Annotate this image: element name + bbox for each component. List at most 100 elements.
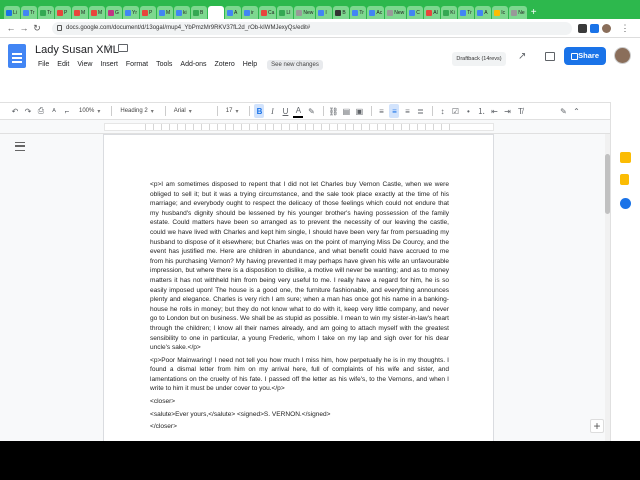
collapse-toolbar-icon[interactable]: ⌃ [571, 104, 581, 118]
tab-label: Li [13, 9, 17, 16]
browser-tab[interactable]: Tr [458, 6, 475, 19]
highlight-icon[interactable]: ✎ [306, 104, 316, 118]
browser-tab[interactable]: New [294, 6, 316, 19]
browser-tab[interactable]: P [140, 6, 156, 19]
browser-tab[interactable]: ir [242, 6, 258, 19]
text-line[interactable]: <salute>Ever yours,</salute> <signed>S. … [150, 410, 449, 420]
paragraph[interactable]: <p>I am sometimes disposed to repent tha… [150, 180, 449, 353]
align-center-icon[interactable]: ≡ [389, 104, 400, 118]
tab-favicon-icon [125, 9, 131, 16]
browser-tab[interactable]: Al [424, 6, 441, 19]
text-line[interactable]: <closer> [150, 397, 449, 407]
tab-favicon-icon [108, 9, 114, 16]
side-panel [610, 102, 640, 441]
browser-tab[interactable]: M [72, 6, 88, 19]
profile-icon[interactable] [602, 24, 611, 33]
underline-button[interactable]: U [280, 104, 290, 118]
browser-menu-icon[interactable]: ⋮ [620, 23, 630, 33]
font-size-select[interactable]: 17 [222, 104, 243, 118]
document-body[interactable]: <p>I am sometimes disposed to repent tha… [150, 180, 449, 435]
align-justify-icon[interactable]: ≣ [415, 104, 425, 118]
tab-favicon-icon [261, 9, 267, 16]
paragraph[interactable]: <p>Poor Mainwaring! I need not tell you … [150, 356, 449, 394]
divider [371, 106, 373, 116]
browser-tab-strip: Li Tr Tr P M M G Yr P Mki B Air Ca LI New I B Tr Ac New C Al K… [0, 0, 640, 19]
tab-favicon-icon [511, 9, 518, 16]
tab-label: A [234, 9, 238, 16]
browser-tab[interactable]: Ca [259, 6, 277, 19]
checklist-icon[interactable]: ☑ [450, 104, 460, 118]
calendar-icon[interactable] [620, 198, 631, 209]
print-icon[interactable]: ⎙ [36, 104, 46, 118]
browser-tab[interactable]: G [106, 6, 122, 19]
formatting-toolbar: ↶ ↷ ⎙ ᴬ ⌐ 100% Heading 2 Arial 17 B I U … [0, 102, 640, 120]
redo-icon[interactable]: ↷ [23, 104, 33, 118]
increase-indent-icon[interactable]: ⇥ [502, 104, 512, 118]
align-left-icon[interactable]: ≡ [376, 104, 386, 118]
browser-tab[interactable]: Li [4, 6, 20, 19]
italic-button[interactable]: I [267, 104, 277, 118]
keep-icon[interactable] [620, 152, 631, 163]
editing-mode-icon[interactable]: ✎ [558, 104, 568, 118]
undo-icon[interactable]: ↶ [10, 104, 20, 118]
browser-tab[interactable]: Tr [38, 6, 54, 19]
tasks-icon[interactable] [620, 174, 629, 185]
tab-label: Tr [467, 9, 472, 16]
bulleted-list-icon[interactable]: • [463, 104, 473, 118]
tab-favicon-icon [296, 9, 303, 16]
explore-button[interactable]: + [590, 419, 604, 433]
url-input[interactable]: docs.google.com/document/d/13ogaI/mup4_Y… [52, 22, 572, 35]
browser-tab[interactable]: M [157, 6, 173, 19]
browser-tab[interactable]: C [407, 6, 424, 19]
browser-tab[interactable]: Ne [509, 6, 527, 19]
decrease-indent-icon[interactable]: ⇤ [489, 104, 499, 118]
browser-tab[interactable]: Yr [123, 6, 139, 19]
comment-icon[interactable]: ▤ [341, 104, 351, 118]
tab-favicon-icon [443, 9, 450, 16]
tab-label: P [149, 9, 153, 16]
numbered-list-icon[interactable]: ⒈ [476, 104, 486, 118]
zoom-select[interactable]: 100% [75, 104, 104, 118]
browser-tab[interactable]: LI [277, 6, 294, 19]
tab-favicon-icon [193, 9, 199, 16]
clear-formatting-icon[interactable]: T̸ [515, 104, 525, 118]
browser-tab[interactable]: Ki [441, 6, 458, 19]
divider [432, 106, 434, 116]
browser-tab[interactable] [208, 6, 224, 19]
browser-tab[interactable]: New [385, 6, 407, 19]
browser-tab[interactable]: Tr [350, 6, 367, 19]
font-select[interactable]: Arial [170, 104, 210, 118]
document-page[interactable]: <p>I am sometimes disposed to repent tha… [103, 134, 494, 441]
document-outline-icon[interactable] [15, 142, 25, 151]
browser-tab[interactable]: B [191, 6, 207, 19]
paint-format-icon[interactable]: ⌐ [62, 104, 72, 118]
extension-icon[interactable] [578, 24, 587, 33]
bold-button[interactable]: B [254, 104, 265, 118]
browser-tab[interactable]: P [55, 6, 71, 19]
tab-favicon-icon [318, 9, 325, 16]
image-icon[interactable]: ▣ [354, 104, 364, 118]
line-spacing-icon[interactable]: ↕ [437, 104, 447, 118]
extension-icon[interactable] [590, 24, 599, 33]
back-icon[interactable]: ← [6, 23, 16, 33]
browser-tab[interactable]: Ac [367, 6, 385, 19]
align-right-icon[interactable]: ≡ [402, 104, 412, 118]
reload-icon[interactable]: ↻ [32, 23, 42, 33]
forward-icon[interactable]: → [19, 23, 29, 33]
link-icon[interactable]: ⛓ [328, 104, 338, 118]
browser-tab[interactable]: ki [174, 6, 190, 19]
browser-tab[interactable]: I [316, 6, 333, 19]
new-tab-button[interactable]: + [528, 6, 540, 19]
browser-tab[interactable]: Tr [21, 6, 37, 19]
text-color-button[interactable]: A [293, 104, 304, 118]
browser-tab[interactable]: A [475, 6, 492, 19]
style-select[interactable]: Heading 2 [116, 104, 157, 118]
spellcheck-icon[interactable]: ᴬ [49, 104, 59, 118]
browser-tab[interactable]: A [225, 6, 241, 19]
browser-tab[interactable]: B [333, 6, 350, 19]
ruler[interactable] [0, 120, 610, 134]
text-line[interactable]: </closer> [150, 422, 449, 432]
divider [323, 106, 325, 116]
browser-tab[interactable]: M [89, 6, 105, 19]
browser-tab[interactable]: Ic [492, 6, 509, 19]
